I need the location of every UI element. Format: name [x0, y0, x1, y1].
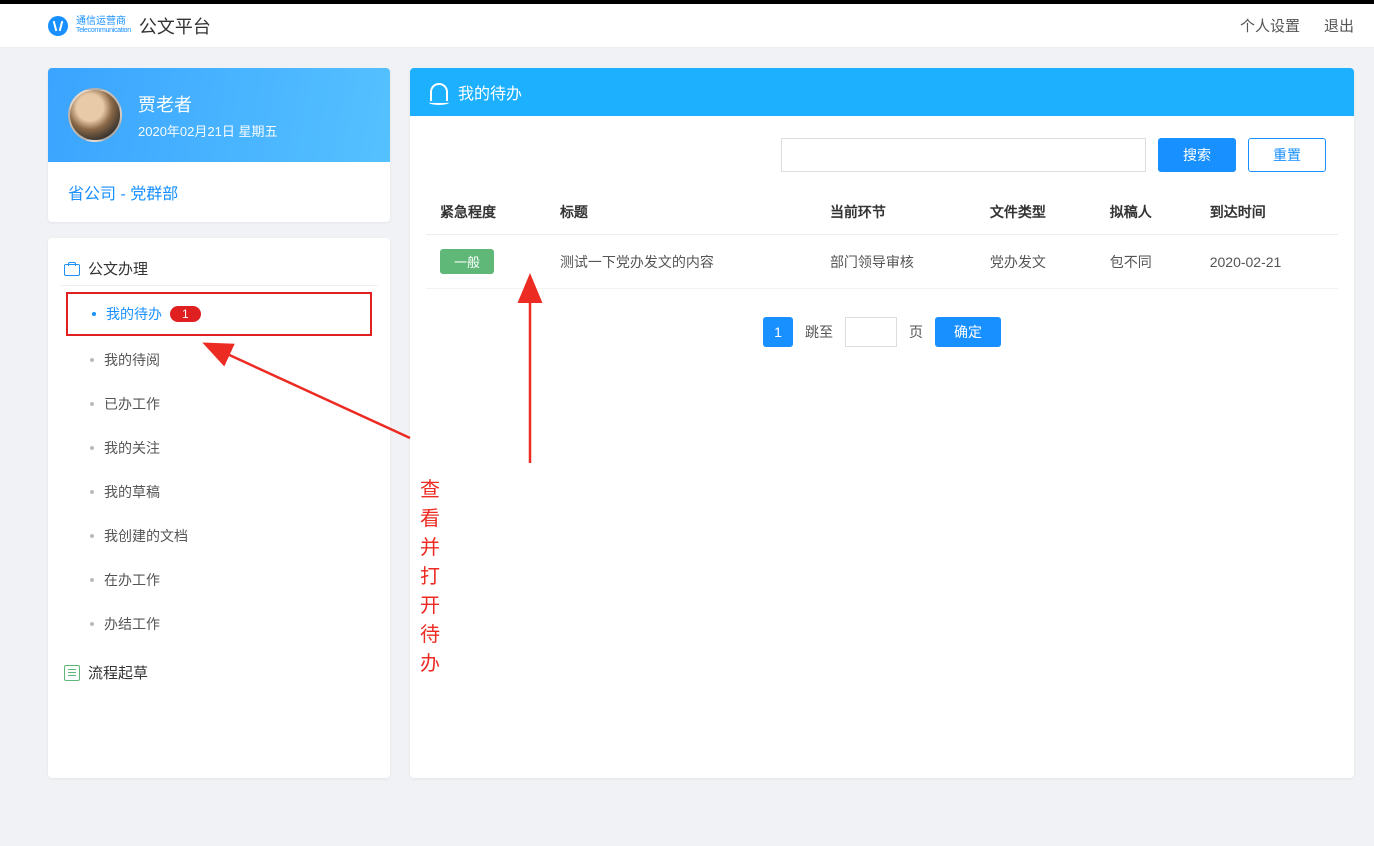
sidebar-item-3[interactable]: 我的关注 [60, 426, 378, 470]
cell-title: 测试一下党办发文的内容 [546, 235, 816, 289]
flow-icon [64, 665, 80, 681]
nav-section-documents[interactable]: 公文办理 [60, 252, 378, 286]
nav-section-flow[interactable]: 流程起草 [60, 656, 378, 689]
page-suffix: 页 [909, 322, 923, 342]
bullet-icon [90, 358, 94, 362]
bullet-icon [90, 446, 94, 450]
brand-logo-icon [48, 16, 68, 36]
sidebar-item-label: 我创建的文档 [104, 526, 188, 546]
brand-line1: 通信运营商 [76, 17, 131, 27]
sidebar-item-label: 我的待阅 [104, 350, 160, 370]
page-jump-confirm-button[interactable]: 确定 [935, 317, 1001, 347]
todo-table: 紧急程度 标题 当前环节 文件类型 拟稿人 到达时间 一般 测试一下党办发文的内容… [426, 190, 1338, 289]
sidebar-item-label: 我的关注 [104, 438, 160, 458]
bullet-icon [90, 578, 94, 582]
sidebar-item-7[interactable]: 办结工作 [60, 602, 378, 646]
pagination: 1 跳至 页 确定 [410, 289, 1354, 375]
bullet-icon [90, 622, 94, 626]
th-drafter: 拟稿人 [1096, 190, 1196, 235]
panel-title: 我的待办 [458, 80, 522, 104]
sidebar-item-4[interactable]: 我的草稿 [60, 470, 378, 514]
page-number-1[interactable]: 1 [763, 317, 793, 347]
nav-section-label: 流程起草 [88, 662, 148, 683]
main-panel: 我的待办 搜索 重置 紧急程度 标题 当前环节 文件类型 拟稿人 到达时间 一般… [410, 68, 1354, 778]
cell-arrived: 2020-02-21 [1196, 235, 1338, 289]
sidebar-item-label: 我的草稿 [104, 482, 160, 502]
sidebar-item-label: 已办工作 [104, 394, 160, 414]
bullet-icon [90, 490, 94, 494]
user-card-top: 贾老者 2020年02月21日 星期五 [48, 68, 390, 162]
app-title: 公文平台 [139, 13, 211, 39]
cell-step: 部门领导审核 [816, 235, 976, 289]
th-urgency: 紧急程度 [426, 190, 546, 235]
th-title: 标题 [546, 190, 816, 235]
left-sidebar: 贾老者 2020年02月21日 星期五 省公司 - 党群部 公文办理 我的待办 1… [48, 68, 390, 778]
search-row: 搜索 重置 [410, 116, 1354, 190]
sidebar-item-badge: 1 [170, 306, 201, 322]
nav-section-label: 公文办理 [88, 258, 148, 279]
brand-text: 通信运营商 Telecommunication [76, 17, 131, 34]
logout-link[interactable]: 退出 [1324, 15, 1354, 36]
reset-button[interactable]: 重置 [1248, 138, 1326, 172]
cell-urgency: 一般 [426, 235, 546, 289]
jump-label: 跳至 [805, 322, 833, 342]
bullet-icon [90, 402, 94, 406]
sidebar-item-0[interactable]: 我的待办 1 [66, 292, 372, 336]
page-jump-input[interactable] [845, 317, 897, 347]
search-button[interactable]: 搜索 [1158, 138, 1236, 172]
user-card: 贾老者 2020年02月21日 星期五 省公司 - 党群部 [48, 68, 390, 222]
cell-drafter: 包不同 [1096, 235, 1196, 289]
urgency-tag: 一般 [440, 249, 494, 274]
sidebar-item-2[interactable]: 已办工作 [60, 382, 378, 426]
page-body: 贾老者 2020年02月21日 星期五 省公司 - 党群部 公文办理 我的待办 1… [0, 48, 1374, 798]
th-step: 当前环节 [816, 190, 976, 235]
bullet-icon [90, 534, 94, 538]
bell-icon [430, 83, 448, 101]
sidebar-item-1[interactable]: 我的待阅 [60, 338, 378, 382]
user-date: 2020年02月21日 星期五 [138, 121, 277, 140]
brand-line2: Telecommunication [76, 27, 131, 34]
th-type: 文件类型 [976, 190, 1096, 235]
sidebar-item-5[interactable]: 我创建的文档 [60, 514, 378, 558]
th-arrived: 到达时间 [1196, 190, 1338, 235]
bullet-icon [92, 312, 96, 316]
briefcase-icon [64, 262, 80, 276]
avatar [68, 88, 122, 142]
sidebar-item-label: 在办工作 [104, 570, 160, 590]
user-name: 贾老者 [138, 91, 277, 117]
sidebar-item-6[interactable]: 在办工作 [60, 558, 378, 602]
nav-card: 公文办理 我的待办 1 我的待阅已办工作我的关注我的草稿我创建的文档在办工作办结工作… [48, 238, 390, 778]
cell-type: 党办发文 [976, 235, 1096, 289]
user-org: 省公司 - 党群部 [48, 162, 390, 222]
sidebar-item-label: 办结工作 [104, 614, 160, 634]
search-input[interactable] [781, 138, 1146, 172]
personal-settings-link[interactable]: 个人设置 [1240, 15, 1300, 36]
sidebar-item-label: 我的待办 [106, 304, 162, 324]
panel-header: 我的待办 [410, 68, 1354, 116]
app-header: 通信运营商 Telecommunication 公文平台 个人设置 退出 [0, 4, 1374, 48]
table-row[interactable]: 一般 测试一下党办发文的内容部门领导审核党办发文包不同2020-02-21 [426, 235, 1338, 289]
